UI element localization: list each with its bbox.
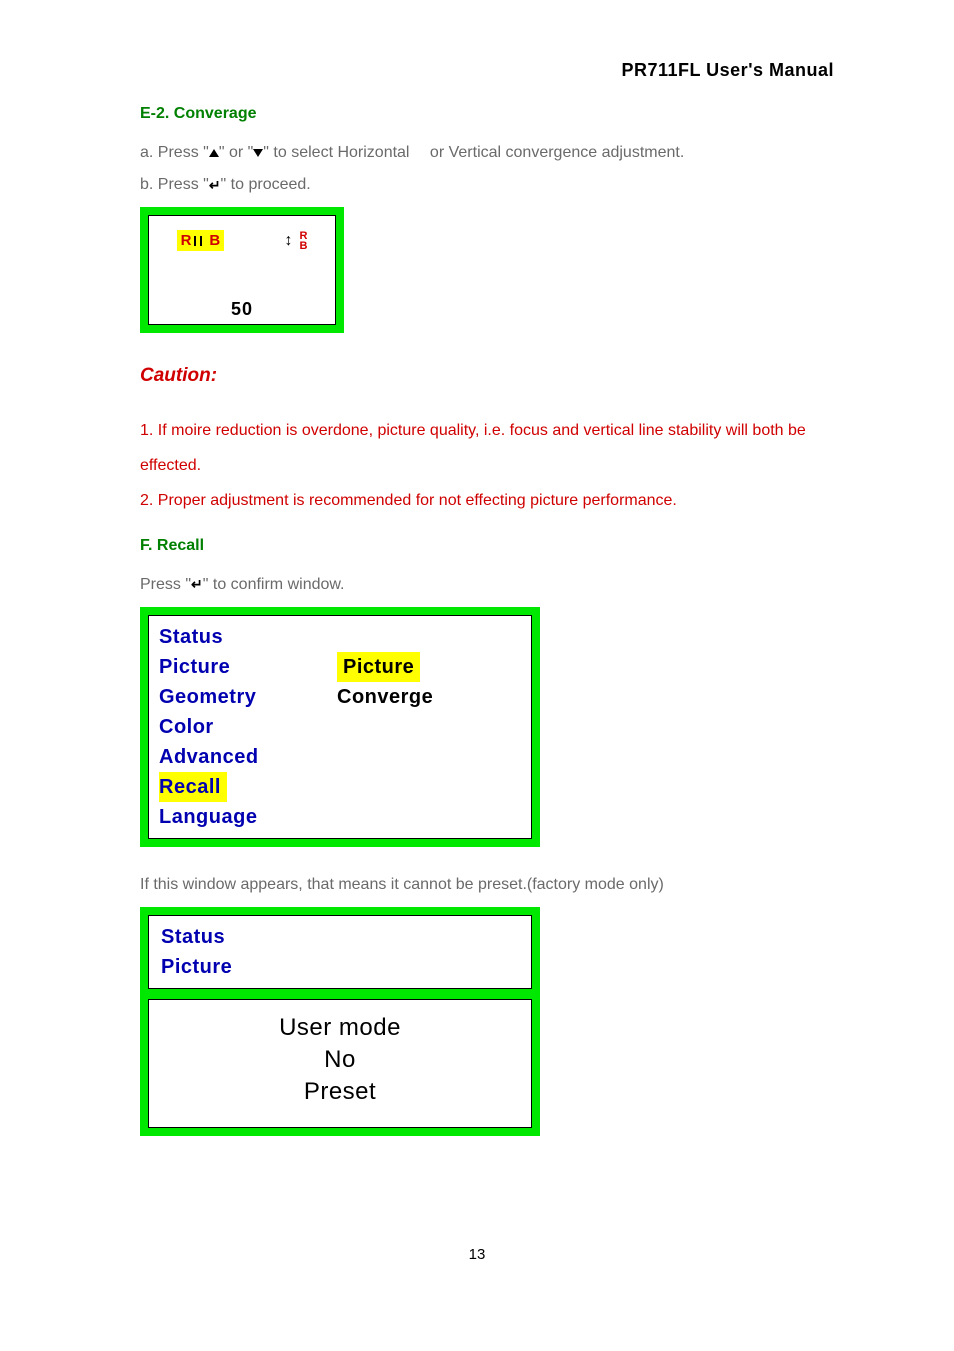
step-b-part2: " to proceed. — [221, 176, 311, 193]
label-b: B — [209, 232, 220, 249]
usermode-line: No — [149, 1044, 531, 1076]
osd-sub-converge: Converge — [337, 682, 531, 712]
convergence-osd: R B ↕ R B 50 — [140, 207, 344, 333]
ibeam-icon: ↕ — [279, 232, 297, 250]
step-a-part2: " or " — [219, 144, 253, 161]
press-part1: Press " — [140, 576, 191, 593]
vertical-convergence-icon: ↕ R B — [279, 231, 307, 251]
enter-icon: ↵ — [209, 171, 221, 199]
rb-vertical: R B — [299, 231, 307, 251]
usermode-line: Preset — [149, 1076, 531, 1108]
usermode-osd: StatusPicture User modeNoPreset — [140, 907, 540, 1136]
osd2-item-status: Status — [161, 922, 531, 952]
usermode-line: User mode — [149, 1012, 531, 1044]
caution-body: 1. If moire reduction is overdone, pictu… — [140, 413, 834, 519]
product-title: PR711FL User's Manual — [621, 60, 834, 80]
osd-item-geometry: Geometry — [159, 682, 319, 712]
label-r: R — [181, 232, 192, 249]
arrow-up-icon — [209, 149, 219, 157]
page: PR711FL User's Manual E-2. Converage a. … — [0, 0, 954, 1303]
caution-line1: 1. If moire reduction is overdone, pictu… — [140, 413, 834, 483]
usermode-top: StatusPicture — [148, 915, 532, 989]
press-line: Press "↵" to confirm window. — [140, 569, 834, 601]
section-e2-heading: E-2. Converage — [140, 105, 834, 123]
press-part2: " to confirm window. — [203, 576, 345, 593]
osd-item-picture: Picture — [159, 652, 319, 682]
arrow-down-icon — [253, 149, 263, 157]
step-b-part1: b. Press " — [140, 176, 209, 193]
label-r-v: R — [299, 231, 307, 241]
convergence-inner: R B ↕ R B 50 — [148, 215, 336, 325]
step-a-part1: a. Press " — [140, 144, 209, 161]
horizontal-convergence-icon: R B — [177, 230, 225, 251]
page-number: 13 — [60, 1246, 894, 1263]
osd-item-color: Color — [159, 712, 319, 742]
recall-osd: StatusPictureGeometryColorAdvancedRecall… — [140, 607, 540, 847]
caution-heading: Caution: — [140, 365, 834, 387]
content: E-2. Converage a. Press " " or " " to sele… — [60, 105, 894, 1136]
osd-sub-spacer — [337, 622, 531, 652]
page-header: PR711FL User's Manual — [60, 60, 894, 81]
osd-item-status: Status — [159, 622, 319, 652]
osd-sub-picture: Picture — [337, 652, 420, 682]
osd-item-language: Language — [159, 802, 319, 832]
recall-osd-inner: StatusPictureGeometryColorAdvancedRecall… — [148, 615, 532, 839]
section-f-heading: F. Recall — [140, 537, 834, 555]
step-a-part3: " to select Horizontal or Vertical conve… — [263, 144, 684, 161]
osd-left-menu: StatusPictureGeometryColorAdvancedRecall… — [149, 616, 319, 838]
convergence-value: 50 — [149, 299, 335, 320]
enter-icon-2: ↵ — [191, 570, 203, 598]
step-a: a. Press " " or " " to select Horizontal o… — [140, 137, 834, 169]
osd-item-recall: Recall — [159, 772, 227, 802]
osd-item-advanced: Advanced — [159, 742, 319, 772]
osd-right-menu: PictureConverge — [319, 616, 531, 838]
label-b-v: B — [299, 241, 307, 251]
note-line: If this window appears, that means it ca… — [140, 869, 834, 901]
step-b: b. Press "↵" to proceed. — [140, 169, 834, 201]
usermode-msg: User modeNoPreset — [148, 999, 532, 1128]
osd2-item-picture: Picture — [161, 952, 531, 982]
convergence-row: R B ↕ R B — [149, 216, 335, 251]
bars-icon — [192, 234, 208, 248]
caution-line2: 2. Proper adjustment is recommended for … — [140, 483, 834, 518]
